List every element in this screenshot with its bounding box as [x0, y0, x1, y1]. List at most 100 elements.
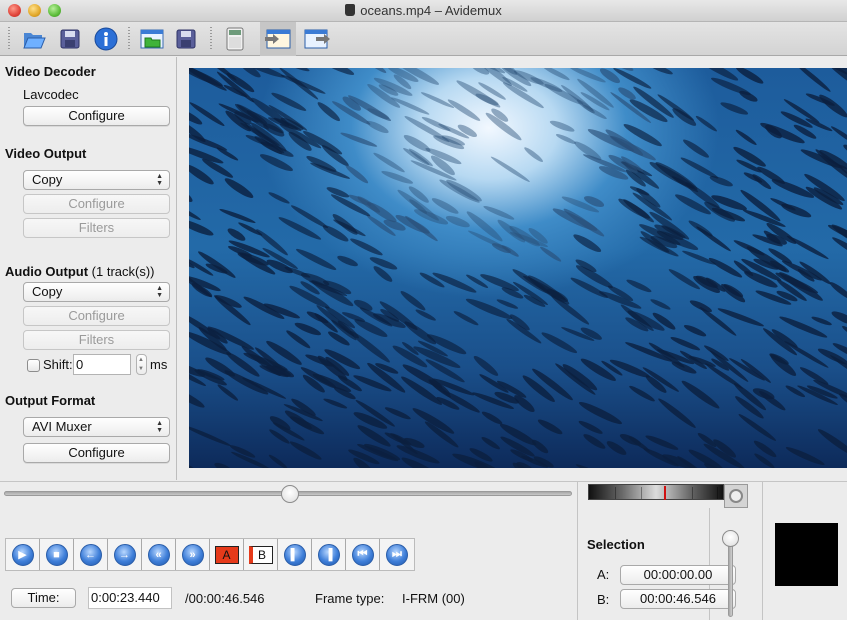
previous-frame-button[interactable]: ←	[74, 539, 108, 570]
video-decoder-heading: Video Decoder	[5, 64, 96, 79]
output-preview-button[interactable]	[302, 25, 332, 53]
stepper-down-icon: ▼	[138, 366, 144, 372]
calculator-button[interactable]	[221, 25, 249, 53]
open-video-button[interactable]	[20, 25, 48, 53]
shift-label: Shift:	[43, 357, 73, 372]
fish-shape	[317, 68, 355, 75]
fish-shape	[412, 408, 455, 434]
fish-shape	[740, 358, 771, 383]
fish-shape	[817, 429, 847, 457]
fish-shape	[219, 209, 256, 224]
fish-shape	[735, 129, 757, 146]
video-codec-select[interactable]: Copy ▲ ▼	[23, 170, 170, 190]
jog-reset-button[interactable]	[724, 484, 748, 508]
fish-shape	[555, 134, 576, 144]
fish-shape	[830, 126, 847, 147]
fish-shape	[446, 179, 482, 202]
goto-marker-b-button[interactable]: ▐	[312, 539, 346, 570]
decoder-name: Lavcodec	[23, 87, 79, 102]
shift-unit-label: ms	[150, 357, 168, 372]
jog-shuttle[interactable]	[588, 484, 724, 500]
jog-tick	[641, 487, 642, 499]
arrow-left-icon: ←	[79, 543, 102, 566]
folder-open-icon	[23, 33, 46, 49]
floppy-disk-icon	[176, 29, 196, 49]
selection-a-label: A:	[597, 567, 610, 582]
folder-window-icon	[140, 29, 164, 49]
set-marker-a-button[interactable]: A	[210, 539, 244, 570]
seek-slider-handle[interactable]	[281, 485, 300, 503]
fish-shape	[268, 454, 288, 468]
goto-marker-a-icon: ▌	[283, 543, 306, 566]
stop-icon: ■	[45, 543, 68, 566]
save-project-button[interactable]	[172, 25, 200, 53]
video-properties-button[interactable]	[92, 25, 120, 53]
stepper-up-icon: ▲	[138, 357, 144, 363]
audio-configure-button[interactable]: Configure	[23, 306, 170, 326]
fish-shape	[573, 234, 602, 253]
window-arrow-in-icon	[265, 29, 291, 49]
shift-stepper[interactable]: ▲ ▼	[136, 354, 147, 375]
volume-slider[interactable]	[728, 537, 733, 617]
volume-slider-handle[interactable]	[722, 530, 739, 547]
video-area	[178, 57, 847, 480]
movie-file-icon	[345, 4, 356, 16]
shift-input[interactable]: 0	[73, 354, 131, 375]
fish-shape	[400, 291, 426, 311]
video-configure-button[interactable]: Configure	[23, 194, 170, 214]
toolbar-separator	[210, 27, 212, 51]
next-keyframe-button[interactable]: »	[176, 539, 210, 570]
stop-button[interactable]: ■	[40, 539, 74, 570]
play-icon: ▶	[11, 543, 34, 566]
fish-shape	[227, 228, 246, 241]
shift-checkbox[interactable]	[27, 359, 40, 372]
fish-shape	[799, 367, 829, 385]
fish-shape	[563, 208, 605, 237]
divider	[577, 482, 578, 620]
arrow-right-icon: →	[113, 543, 136, 566]
total-duration: /00:00:46.546	[185, 591, 265, 606]
fish-shape	[345, 165, 369, 184]
fish-shape	[189, 182, 193, 202]
time-button[interactable]: Time:	[11, 588, 76, 608]
fish-shape	[189, 463, 201, 468]
fish-shape	[481, 436, 500, 450]
fish-shape	[583, 434, 606, 449]
selection-b-field[interactable]: 00:00:46.546	[620, 589, 736, 609]
fish-shape	[739, 90, 758, 102]
audio-codec-select[interactable]: Copy ▲ ▼	[23, 282, 170, 302]
jog-tick	[717, 487, 718, 499]
fish-shape	[784, 341, 829, 368]
input-preview-button[interactable]	[260, 22, 296, 56]
fish-shape	[629, 186, 650, 196]
video-filters-button[interactable]: Filters	[23, 218, 170, 238]
fish-shape	[281, 74, 326, 94]
marker-a-icon: A	[214, 545, 239, 564]
info-icon	[94, 27, 118, 51]
fish-shape	[606, 441, 627, 455]
set-marker-b-button[interactable]: B	[244, 539, 278, 570]
fish-shape	[524, 147, 543, 162]
frame-type-value: I-FRM (00)	[402, 591, 465, 606]
playback-controls: ▶ ■ ← → « » A B ▌ ▐ ⏮ ⏭ Time: 0:00:23.440 /00:00:46…	[0, 481, 847, 620]
save-video-button[interactable]	[56, 25, 84, 53]
goto-last-frame-button[interactable]: ⏭	[380, 539, 414, 570]
selection-a-field[interactable]: 00:00:00.00	[620, 565, 736, 585]
next-frame-button[interactable]: →	[108, 539, 142, 570]
fish-shape	[189, 251, 195, 269]
decoder-configure-button[interactable]: Configure	[23, 106, 170, 126]
goto-first-frame-button[interactable]: ⏮	[346, 539, 380, 570]
audio-filters-button[interactable]: Filters	[23, 330, 170, 350]
fish-shape	[340, 132, 378, 147]
output-format-select[interactable]: AVI Muxer ▲ ▼	[23, 417, 170, 437]
previous-keyframe-button[interactable]: «	[142, 539, 176, 570]
fish-shape	[829, 282, 847, 300]
output-format-configure-button[interactable]: Configure	[23, 443, 170, 463]
current-time-input[interactable]: 0:00:23.440	[88, 587, 172, 609]
play-button[interactable]: ▶	[6, 539, 40, 570]
video-output-heading: Video Output	[5, 146, 87, 161]
jog-center-marker	[664, 486, 666, 500]
load-project-button[interactable]	[138, 25, 166, 53]
window-title: oceans.mp4 – Avidemux	[0, 3, 847, 18]
goto-marker-a-button[interactable]: ▌	[278, 539, 312, 570]
